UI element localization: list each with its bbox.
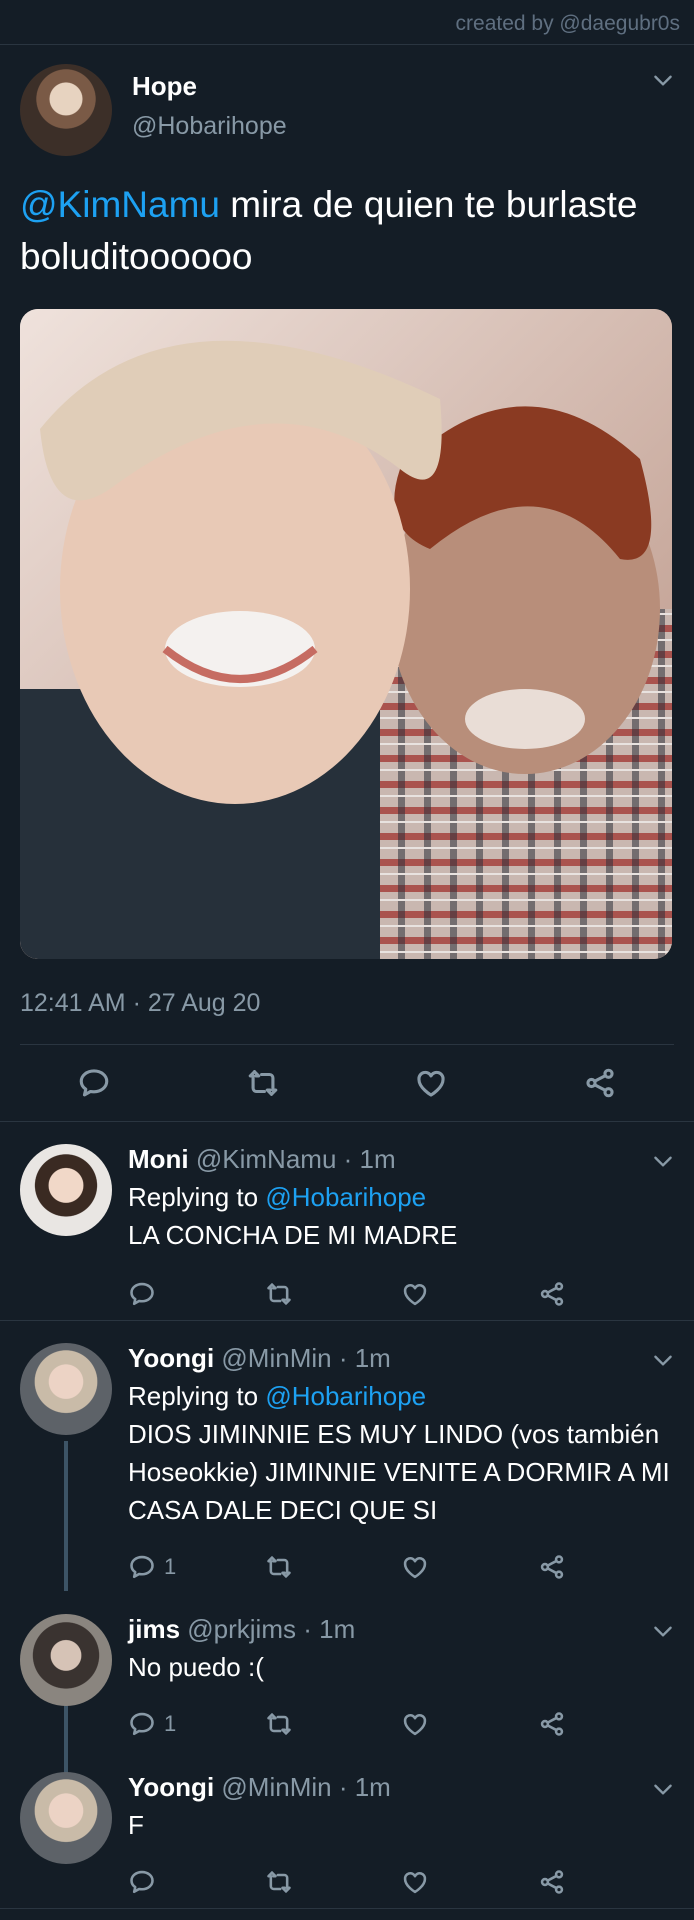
share-icon[interactable] [538, 1553, 566, 1581]
reply-tweet[interactable]: jims @prkjims · 1m No puedo :( 1 [0, 1592, 694, 1750]
tweet-text: @KimNamu mira de quien te burlaste bolud… [20, 179, 674, 283]
avatar[interactable] [20, 64, 112, 156]
retweet-icon[interactable] [265, 1710, 293, 1738]
avatar[interactable] [20, 1144, 112, 1236]
display-name[interactable]: jims [128, 1614, 180, 1644]
replying-label: Replying to [128, 1381, 259, 1411]
reply-icon[interactable] [128, 1710, 156, 1738]
like-icon[interactable] [401, 1553, 429, 1581]
reply-time: · 1m [338, 1343, 391, 1373]
avatar[interactable] [20, 1343, 112, 1435]
reply-text: F [128, 1810, 144, 1840]
reply-count: 1 [164, 1711, 177, 1736]
tweet-timestamp: 12:41 AM · 27 Aug 20 [20, 989, 674, 1045]
reply-thread: Yoongi @MinMin · 1m Replying to @Hobarih… [0, 1321, 694, 1908]
reply-text: DIOS JIMINNIE ES MUY LINDO (vos también … [128, 1419, 670, 1525]
avatar[interactable] [20, 1772, 112, 1864]
reply-icon[interactable] [128, 1553, 156, 1581]
user-handle[interactable]: @Hobarihope [132, 112, 287, 141]
mention-link[interactable]: @KimNamu [20, 184, 220, 225]
user-handle[interactable]: @MinMin [221, 1772, 331, 1802]
like-icon[interactable] [401, 1710, 429, 1738]
display-name[interactable]: Yoongi [128, 1343, 214, 1373]
main-tweet: Hope @Hobarihope @KimNamu mira de quien … [0, 45, 694, 1045]
reply-time: · 1m [343, 1144, 396, 1174]
reply-icon[interactable] [128, 1280, 156, 1308]
credit-watermark: created by @daegubr0s [0, 0, 694, 45]
reply-tweet[interactable]: Yoongi @MinMin · 1m Replying to @Hobarih… [0, 1321, 694, 1592]
user-handle[interactable]: @prkjims [187, 1614, 296, 1644]
share-icon[interactable] [583, 1066, 617, 1100]
reply-text: LA CONCHA DE MI MADRE [128, 1220, 458, 1250]
reply-time: · 1m [303, 1614, 356, 1644]
like-icon[interactable] [401, 1868, 429, 1896]
chevron-down-icon[interactable] [650, 1618, 676, 1644]
replying-to-link[interactable]: @Hobarihope [265, 1381, 426, 1411]
share-icon[interactable] [538, 1710, 566, 1738]
reply-count: 1 [164, 1554, 177, 1579]
share-icon[interactable] [538, 1280, 566, 1308]
reply-icon[interactable] [128, 1868, 156, 1896]
retweet-icon[interactable] [265, 1280, 293, 1308]
replying-label: Replying to [128, 1182, 259, 1212]
display-name[interactable]: Yoongi [128, 1772, 214, 1802]
share-icon[interactable] [538, 1868, 566, 1896]
reply-tweet[interactable]: Yoongi @MinMin · 1m F [0, 1750, 694, 1908]
reply-tweet[interactable]: Moni @KimNamu · 1m Replying to @Hobariho… [0, 1122, 694, 1320]
like-icon[interactable] [414, 1066, 448, 1100]
retweet-icon[interactable] [265, 1553, 293, 1581]
chevron-down-icon[interactable] [650, 1347, 676, 1373]
chevron-down-icon[interactable] [650, 1776, 676, 1802]
avatar[interactable] [20, 1614, 112, 1706]
tweet-photo[interactable] [20, 309, 672, 959]
display-name[interactable]: Hope [132, 71, 287, 102]
like-icon[interactable] [401, 1280, 429, 1308]
user-handle[interactable]: @KimNamu [196, 1144, 337, 1174]
tweet-actions [0, 1045, 694, 1121]
replying-to-link[interactable]: @Hobarihope [265, 1182, 426, 1212]
tweet-header: Hope @Hobarihope [20, 63, 674, 157]
retweet-icon[interactable] [246, 1066, 280, 1100]
reply-icon[interactable] [77, 1066, 111, 1100]
reply-time: · 1m [338, 1772, 391, 1802]
reply-text: No puedo :( [128, 1652, 264, 1682]
display-name[interactable]: Moni [128, 1144, 189, 1174]
user-handle[interactable]: @MinMin [221, 1343, 331, 1373]
chevron-down-icon[interactable] [650, 1148, 676, 1174]
photo-illustration [20, 309, 672, 959]
chevron-down-icon[interactable] [650, 67, 676, 93]
retweet-icon[interactable] [265, 1868, 293, 1896]
